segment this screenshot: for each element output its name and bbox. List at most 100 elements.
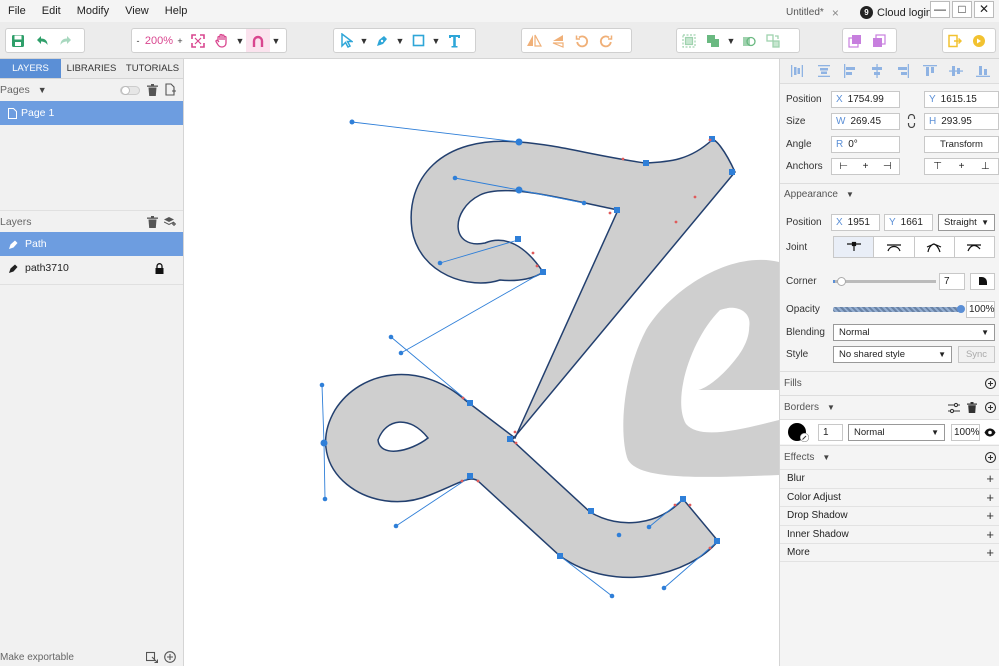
add-layer-icon[interactable] bbox=[164, 216, 176, 228]
effect-item-inner-shadow[interactable]: Inner Shadow + bbox=[780, 525, 999, 544]
corner-slider-thumb[interactable] bbox=[837, 277, 846, 286]
menu-file[interactable]: File bbox=[0, 0, 34, 22]
joint-disconnected-button[interactable] bbox=[915, 237, 955, 257]
menu-modify[interactable]: Modify bbox=[69, 0, 117, 22]
hand-tool-button[interactable] bbox=[210, 29, 234, 52]
align-middle-icon[interactable] bbox=[949, 64, 964, 78]
width-field[interactable]: W 269.45 bbox=[831, 112, 900, 130]
point-type-select[interactable]: Straight ▼ bbox=[938, 213, 995, 231]
close-tab-icon[interactable]: × bbox=[832, 6, 839, 20]
rotate-right-button[interactable] bbox=[594, 29, 618, 52]
menu-help[interactable]: Help bbox=[157, 0, 196, 22]
boolean-options-arrow[interactable]: ▼ bbox=[725, 29, 737, 52]
effect-item-blur[interactable]: Blur + bbox=[780, 469, 999, 488]
anchor-left-icon[interactable]: ⊢ bbox=[839, 161, 848, 172]
visibility-eye-icon[interactable] bbox=[984, 428, 996, 437]
joint-straight-button[interactable] bbox=[834, 237, 875, 257]
export-button[interactable] bbox=[943, 29, 967, 52]
tab-layers[interactable]: LAYERS bbox=[0, 59, 61, 78]
zoom-in-button[interactable]: + bbox=[174, 29, 186, 52]
corner-value-field[interactable]: 7 bbox=[939, 272, 965, 290]
hand-options-arrow[interactable]: ▼ bbox=[234, 29, 246, 52]
flip-vertical-button[interactable] bbox=[546, 29, 570, 52]
anchor-top-icon[interactable]: ⊤ bbox=[933, 161, 942, 172]
shape-tool-button[interactable] bbox=[406, 29, 430, 52]
bring-forward-button[interactable] bbox=[843, 29, 867, 52]
add-border-icon[interactable] bbox=[985, 402, 996, 413]
add-color-adjust-icon[interactable]: + bbox=[986, 490, 994, 505]
menu-edit[interactable]: Edit bbox=[34, 0, 69, 22]
appearance-header[interactable]: Appearance ▼ bbox=[780, 183, 999, 205]
menu-view[interactable]: View bbox=[117, 0, 157, 22]
add-fill-icon[interactable] bbox=[985, 378, 996, 389]
effect-item-more[interactable]: More + bbox=[780, 543, 999, 562]
fit-canvas-button[interactable] bbox=[186, 29, 210, 52]
effect-item-color-adjust[interactable]: Color Adjust + bbox=[780, 488, 999, 507]
appearance-collapse-icon[interactable]: ▼ bbox=[846, 190, 854, 199]
effects-collapse-icon[interactable]: ▼ bbox=[822, 453, 830, 462]
add-export-icon[interactable] bbox=[164, 651, 176, 663]
layer-item-path[interactable]: Path bbox=[0, 232, 183, 256]
zoom-out-button[interactable]: - bbox=[132, 29, 144, 52]
add-drop-shadow-icon[interactable]: + bbox=[986, 508, 994, 523]
align-top-icon[interactable] bbox=[922, 64, 937, 78]
joint-mirrored-button[interactable] bbox=[874, 237, 915, 257]
tab-libraries[interactable]: LIBRARIES bbox=[61, 59, 122, 78]
corner-slider[interactable] bbox=[833, 277, 936, 286]
sync-button[interactable]: Sync bbox=[958, 345, 995, 363]
effect-item-drop-shadow[interactable]: Drop Shadow + bbox=[780, 506, 999, 525]
shared-style-select[interactable]: No shared style ▼ bbox=[833, 345, 952, 363]
delete-layer-icon[interactable] bbox=[147, 216, 158, 228]
snap-toggle-button[interactable] bbox=[246, 29, 270, 52]
position-x-field[interactable]: X 1754.99 bbox=[831, 90, 900, 108]
pen-options-arrow[interactable]: ▼ bbox=[394, 29, 406, 52]
height-field[interactable]: H 293.95 bbox=[924, 112, 999, 130]
border-blend-select[interactable]: Normal ▼ bbox=[848, 424, 945, 441]
point-y-field[interactable]: Y 1661 bbox=[884, 213, 933, 231]
opacity-value-field[interactable]: 100% bbox=[966, 300, 995, 318]
add-blur-icon[interactable]: + bbox=[986, 471, 994, 486]
pen-tool-button[interactable] bbox=[370, 29, 394, 52]
boolean-button[interactable] bbox=[701, 29, 725, 52]
border-settings-icon[interactable] bbox=[948, 402, 960, 414]
close-window-button[interactable]: ✕ bbox=[974, 1, 994, 18]
zoom-level[interactable]: 200% bbox=[144, 35, 174, 47]
add-page-icon[interactable] bbox=[165, 83, 176, 96]
corner-style-button[interactable] bbox=[970, 272, 995, 290]
border-opacity-field[interactable]: 100% bbox=[951, 424, 980, 441]
border-width-field[interactable]: 1 bbox=[818, 424, 843, 441]
joint-asymmetric-button[interactable] bbox=[955, 237, 994, 257]
lock-proportions-icon[interactable] bbox=[907, 114, 916, 128]
point-x-field[interactable]: X 1951 bbox=[831, 213, 880, 231]
anchor-right-icon[interactable]: ⊣ bbox=[883, 161, 892, 172]
minimize-window-button[interactable]: — bbox=[930, 1, 950, 18]
align-right-icon[interactable] bbox=[896, 64, 910, 78]
position-y-field[interactable]: Y 1615.15 bbox=[924, 90, 999, 108]
group-button[interactable] bbox=[677, 29, 701, 52]
rotate-left-button[interactable] bbox=[570, 29, 594, 52]
distribute-vertical-icon[interactable] bbox=[817, 64, 831, 78]
redo-button[interactable] bbox=[54, 29, 78, 52]
maximize-window-button[interactable]: □ bbox=[952, 1, 972, 18]
shape-options-arrow[interactable]: ▼ bbox=[430, 29, 442, 52]
export-slice-icon[interactable] bbox=[146, 651, 158, 663]
borders-collapse-icon[interactable]: ▼ bbox=[827, 403, 835, 412]
align-left-icon[interactable] bbox=[843, 64, 857, 78]
undo-button[interactable] bbox=[30, 29, 54, 52]
page-item-page-1[interactable]: Page 1 bbox=[0, 101, 183, 125]
angle-field[interactable]: R 0° bbox=[831, 135, 900, 153]
layer-item-path3710[interactable]: path3710 bbox=[0, 256, 183, 280]
add-more-icon[interactable]: + bbox=[986, 545, 994, 560]
distribute-horizontal-icon[interactable] bbox=[790, 64, 804, 78]
transform-button[interactable]: Transform bbox=[924, 135, 999, 153]
align-bottom-icon[interactable] bbox=[975, 64, 990, 78]
blending-select[interactable]: Normal ▼ bbox=[833, 323, 995, 341]
cloud-login-button[interactable]: 9 Cloud login bbox=[860, 3, 932, 22]
text-tool-button[interactable] bbox=[442, 29, 466, 52]
add-inner-shadow-icon[interactable]: + bbox=[986, 527, 994, 542]
anchor-bottom-icon[interactable]: ⊥ bbox=[981, 161, 990, 172]
symbol-button[interactable] bbox=[761, 29, 785, 52]
anchor-center-v-icon[interactable]: + bbox=[959, 161, 965, 172]
canvas-artwork[interactable] bbox=[185, 59, 779, 666]
save-button[interactable] bbox=[6, 29, 30, 52]
